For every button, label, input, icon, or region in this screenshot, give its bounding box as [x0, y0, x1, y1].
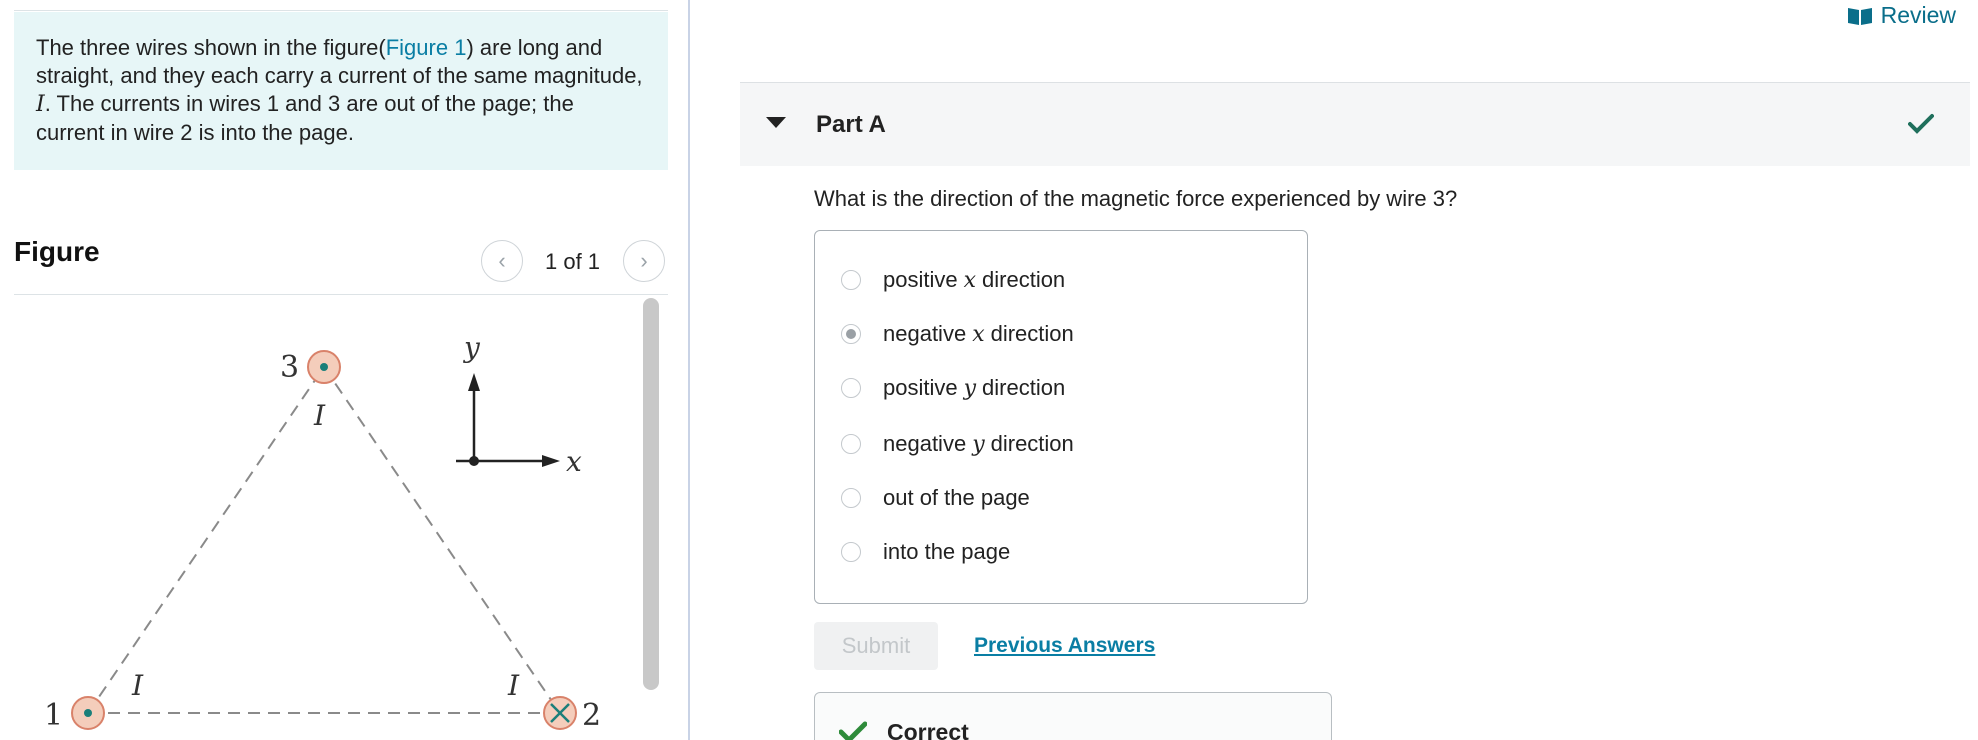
option-positive-y[interactable]: positive y direction: [841, 373, 1065, 403]
previous-figure-button[interactable]: ‹: [481, 240, 523, 282]
wire-3-label: 3: [280, 350, 299, 385]
problem-text-start: The three wires shown in the figure(: [36, 35, 386, 60]
radio-button[interactable]: [841, 434, 861, 454]
radio-button[interactable]: [841, 542, 861, 562]
part-title: Part A: [816, 111, 886, 138]
book-icon: [1847, 7, 1872, 25]
right-pane: Review Part A What is the direction of t…: [692, 0, 1978, 740]
answer-options: positive x direction negative x direction po…: [814, 230, 1308, 604]
y-axis-label: y: [462, 331, 481, 364]
chevron-left-icon: ‹: [498, 248, 506, 273]
wires-figure: 3 1 2 I I I y x: [44, 331, 601, 733]
option-negative-x[interactable]: negative x direction: [841, 319, 1074, 349]
current-label-wire-3: I: [313, 399, 326, 432]
problem-statement: The three wires shown in the figure(Figu…: [14, 12, 668, 170]
review-link[interactable]: Review: [1847, 2, 1956, 29]
question-text: What is the direction of the magnetic fo…: [814, 186, 1458, 211]
radio-button[interactable]: [841, 270, 861, 290]
part-a-header[interactable]: Part A: [740, 82, 1970, 166]
wire-1-label: 1: [44, 698, 63, 733]
wire-1: [71, 696, 105, 730]
problem-text-end: . The currents in wires 1 and 3 are out …: [36, 91, 574, 145]
axes-icon: [456, 373, 560, 467]
figure-title: Figure: [14, 236, 100, 267]
current-symbol: I: [36, 92, 45, 117]
current-label-wire-1: I: [131, 669, 144, 702]
wire-3: [307, 350, 341, 384]
option-into-page[interactable]: into the page: [841, 537, 1010, 567]
figure-page-counter: 1 of 1: [545, 249, 601, 274]
current-label-wire-2: I: [507, 669, 520, 702]
radio-button[interactable]: [841, 378, 861, 398]
feedback-box: Correct: [814, 692, 1332, 740]
review-label: Review: [1880, 2, 1956, 28]
top-divider: [14, 10, 668, 11]
option-positive-x[interactable]: positive x direction: [841, 265, 1065, 295]
left-pane: The three wires shown in the figure(Figu…: [0, 0, 690, 740]
radio-button[interactable]: [841, 488, 861, 508]
x-axis-label: x: [566, 445, 582, 478]
correct-check-icon: [839, 721, 867, 740]
completed-check-icon: [1908, 114, 1934, 134]
previous-answers-link[interactable]: Previous Answers: [974, 634, 1155, 658]
submit-button[interactable]: Submit: [814, 622, 938, 670]
wire-2: [543, 696, 577, 730]
next-figure-button[interactable]: ›: [623, 240, 665, 282]
radio-button-selected[interactable]: [841, 324, 861, 344]
collapse-caret-icon[interactable]: [766, 117, 786, 128]
chevron-right-icon: ›: [640, 248, 648, 273]
figure-link[interactable]: Figure 1: [386, 35, 467, 60]
feedback-label: Correct: [887, 719, 969, 740]
wire-2-label: 2: [582, 698, 601, 733]
option-out-of-page[interactable]: out of the page: [841, 483, 1030, 513]
option-negative-y[interactable]: negative y direction: [841, 429, 1074, 459]
figure-scrollbar[interactable]: [643, 298, 659, 690]
figure-frame: 3 1 2 I I I y x: [14, 294, 668, 740]
